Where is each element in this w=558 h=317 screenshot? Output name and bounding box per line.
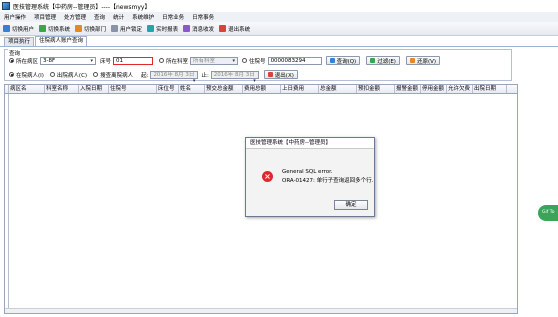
menu-daily-business[interactable]: 日常业务: [162, 13, 184, 21]
search-discharged-label: 搜查离院病人: [100, 72, 134, 79]
title-bar: 医技管理系统【中药房--管理员】----【newsmyy】: [0, 0, 558, 12]
switch-system-button[interactable]: 切换系统: [39, 25, 70, 33]
dialog-title: 医技管理系统【中药房--管理员】: [246, 138, 374, 149]
switch-user-button[interactable]: 切换用户: [3, 25, 34, 33]
messages-button[interactable]: 消息收发: [183, 25, 214, 33]
exit-button[interactable]: 退出(X): [263, 70, 298, 79]
message-icon: [183, 25, 191, 32]
search-button[interactable]: 查询(Q): [325, 56, 361, 65]
ward-radio[interactable]: [9, 58, 14, 63]
in-hospital-radio[interactable]: [9, 72, 14, 77]
col-admission-no[interactable]: 住院号: [109, 85, 157, 93]
menu-daily-affairs[interactable]: 日常事务: [192, 13, 214, 21]
col-prev-day-fee[interactable]: 上日费用: [281, 85, 319, 93]
tab-inpatient-account-query[interactable]: 住院病人账户查询: [35, 36, 88, 46]
col-allow-arrears[interactable]: 允许欠费: [447, 85, 473, 93]
dept-radio[interactable]: [159, 58, 165, 63]
grid-header: 病区名 科室名称 入院日期 住院号 床位号 姓名 预交总金额 费用总额 上日费用…: [5, 85, 517, 94]
col-name[interactable]: 姓名: [179, 85, 205, 93]
bed-input[interactable]: 01: [113, 56, 154, 65]
dept-select[interactable]: 所有科室: [190, 56, 239, 65]
error-icon: ×: [262, 171, 273, 182]
col-dept-name[interactable]: 科室名称: [45, 85, 79, 93]
query-group: 查询 所在病区 3-8F 床号 01 所在科室 所有科室 住院号 0000083…: [4, 49, 512, 81]
exit-icon: [267, 72, 273, 77]
filter-button[interactable]: 过滤(E): [366, 56, 400, 65]
to-date-picker[interactable]: 2016年 8月 3日: [210, 70, 259, 79]
col-alert-amount[interactable]: 报警金额: [395, 85, 421, 93]
to-label: 止:: [201, 72, 209, 79]
toolbar: 切换用户 切换系统 切换部门 用户锁定 实时报表 消息收发 退出系统: [0, 22, 558, 36]
menu-bar: 用户操作 项目管理 处方管理 查询 统计 系统维护 日常业务 日常事务: [0, 12, 558, 22]
col-admission-date[interactable]: 入院日期: [79, 85, 109, 93]
menu-stats[interactable]: 统计: [113, 13, 124, 21]
dept-label: 所在科室: [166, 58, 189, 65]
search-discharged-radio[interactable]: [93, 72, 99, 77]
admission-radio[interactable]: [242, 58, 248, 63]
menu-project[interactable]: 项目管理: [34, 13, 56, 21]
row-indicator-column: [5, 94, 9, 313]
error-message-line1: General SQL error.: [282, 169, 333, 175]
col-bed-no[interactable]: 床位号: [157, 85, 179, 93]
app-icon: [2, 2, 10, 10]
bed-label: 床号: [100, 58, 112, 65]
user-switch-icon: [3, 25, 10, 32]
system-switch-icon: [39, 25, 47, 32]
error-message-line2: ORA-01427: 单行子查询返回多个行.: [282, 178, 374, 184]
filter-icon: [370, 58, 376, 63]
discharged-label: 出院病人(C): [56, 72, 88, 79]
query-row-1: 所在病区 3-8F 床号 01 所在科室 所有科室 住院号 0000083294…: [9, 56, 441, 65]
query-row-2: 在院病人(I) 出院病人(C) 搜查离院病人 起: 2016年 8月 3日 止:…: [9, 70, 298, 79]
menu-user-ops[interactable]: 用户操作: [4, 13, 26, 21]
col-withheld-amount[interactable]: 预扣金额: [357, 85, 395, 93]
menu-prescription[interactable]: 处方管理: [64, 13, 86, 21]
col-ward-name[interactable]: 病区名: [9, 85, 45, 93]
tab-project-execution[interactable]: 项目执行: [4, 37, 35, 46]
realtime-report-button[interactable]: 实时报表: [147, 25, 178, 33]
menu-query[interactable]: 查询: [94, 13, 105, 21]
in-hospital-label: 在院病人(I): [16, 72, 44, 79]
col-fee-total[interactable]: 费用总额: [243, 85, 281, 93]
menu-maintenance[interactable]: 系统维护: [132, 13, 154, 21]
from-label: 起:: [141, 72, 149, 79]
exit-icon: [219, 25, 227, 32]
restore-icon: [409, 58, 415, 63]
horizontal-scrollbar[interactable]: [5, 308, 517, 313]
ok-button[interactable]: 确定: [334, 200, 368, 210]
admission-label: 住院号: [249, 58, 266, 65]
admission-input[interactable]: 0000083294: [267, 56, 322, 65]
tab-strip: 项目执行 住院病人账户查询: [0, 36, 558, 47]
restore-button[interactable]: 还原(V): [405, 56, 441, 65]
from-date-picker[interactable]: 2016年 8月 3日: [150, 70, 199, 79]
col-total-amount[interactable]: 总金额: [319, 85, 357, 93]
switch-department-button[interactable]: 切换部门: [75, 25, 106, 33]
ward-select[interactable]: 3-8F: [40, 56, 97, 65]
col-prepaid-total[interactable]: 预交总金额: [205, 85, 243, 93]
lock-user-button[interactable]: 用户锁定: [111, 25, 142, 33]
floating-gif-bubble[interactable]: Gif To: [538, 205, 558, 221]
exit-system-button[interactable]: 退出系统: [219, 25, 250, 33]
report-icon: [147, 25, 155, 32]
search-icon: [329, 58, 335, 63]
lock-icon: [111, 25, 119, 32]
error-dialog: 医技管理系统【中药房--管理员】 × General SQL error. OR…: [245, 137, 375, 217]
department-switch-icon: [75, 25, 83, 32]
col-suspend-amount[interactable]: 停用金额: [421, 85, 447, 93]
col-discharge-date[interactable]: 出院日期: [473, 85, 507, 93]
ward-label: 所在病区: [16, 58, 39, 65]
window-title: 医技管理系统【中药房--管理员】----【newsmyy】: [13, 3, 151, 11]
discharged-radio[interactable]: [49, 72, 55, 77]
